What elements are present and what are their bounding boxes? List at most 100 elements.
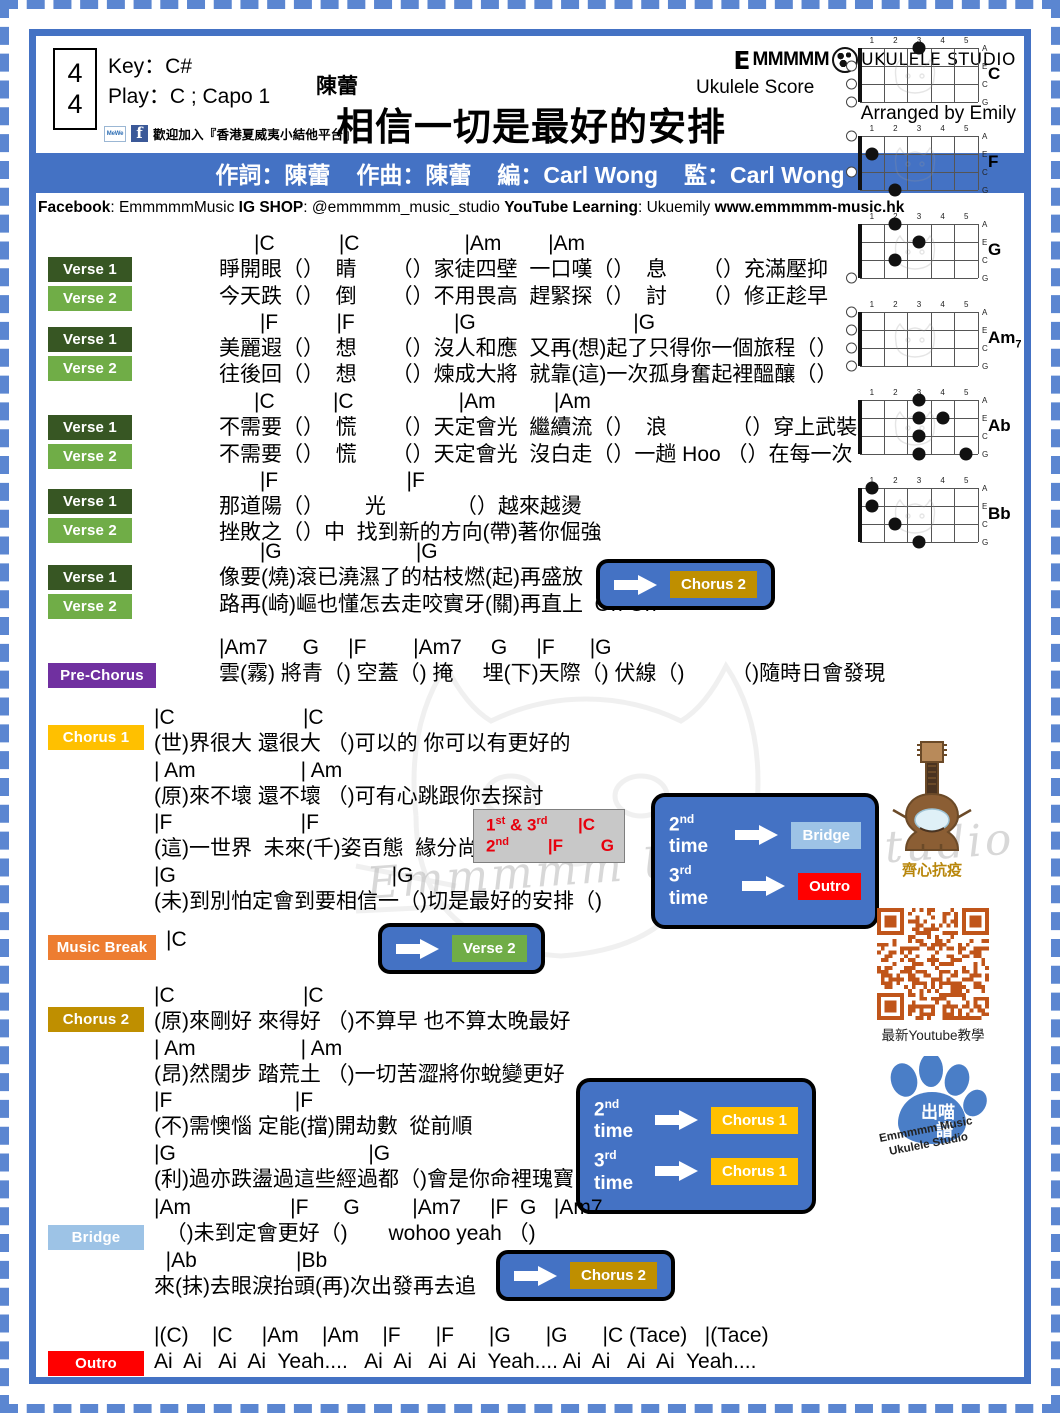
fret-number: 5 [963, 36, 969, 45]
score-frame: Emmmmm Ukulele Studio 4 4 Key：C# Play：C … [29, 29, 1031, 1384]
ig-label: IG SHOP [238, 199, 304, 216]
tag-verse1-b: Verse 1 [48, 415, 132, 440]
time-row-3rd[interactable]: 3rd time Outro [669, 863, 861, 909]
goto-chorus2-chip-bridge[interactable]: Chorus 2 [570, 1262, 658, 1289]
chord-line: |Am7 G |F |Am7 G |F |G [184, 636, 612, 659]
goto-chorus2-box-verse[interactable]: Chorus 2 [596, 559, 776, 610]
fret-number: 3 [916, 212, 922, 221]
goto-chorus1-chip-2nd[interactable]: Chorus 1 [710, 1106, 798, 1134]
string-label: E [982, 62, 988, 71]
facebook-value: : EmmmmmMusic [110, 199, 239, 216]
chorus1-ending-box: 1st & 3rd |C 2nd |F G [473, 809, 625, 864]
tag-bridge: Bridge [48, 1225, 144, 1250]
time-signature-top: 4 [67, 57, 83, 88]
time-row-3rd[interactable]: 3rd time Chorus 1 [594, 1148, 798, 1194]
goto-chorus2-chip[interactable]: Chorus 2 [670, 571, 758, 598]
string-label: A [982, 132, 988, 141]
pre-chorus-block: Pre-Chorus |Am7 G |F |Am7 G |F |G 雲(霧) 將… [36, 635, 1024, 697]
credit-producer: 監：Carl Wong [684, 162, 845, 188]
mewe-icon[interactable]: MeWe [104, 125, 126, 142]
goto-verse2-box[interactable]: Verse 2 [378, 923, 545, 974]
ending-row-2: 2nd |F G [486, 836, 614, 857]
chord-name-label: C [988, 64, 1001, 83]
fret-number: 2 [893, 124, 898, 133]
open-string-marker [846, 78, 857, 90]
lyric-line: Ai Ai Ai Ai Yeah.... Ai Ai Ai Ai Yeah...… [154, 1350, 757, 1374]
fretboard-grid [860, 136, 979, 191]
verse-c-lines: |G |G 像要(燒)滾已澆濕了的枯枝燃(起)再盛放 路再(崎)嶇也懂怎去走咬實… [36, 539, 1024, 618]
page-title: 相信一切是最好的安排 [336, 107, 727, 149]
tag-verse1-b2: Verse 1 [48, 489, 132, 514]
outro-block: Outro |(C) |C |Am |Am |F |F |G |G |C (Ta… [36, 1323, 1024, 1377]
bridge-block: Bridge |Am |F G |Am7 |F G |Am7 （)未到定會更好（… [36, 1195, 1024, 1319]
goto-bridge-chip[interactable]: Bridge [791, 821, 861, 849]
credit-arranger: 編：Carl Wong [497, 162, 658, 188]
nut [858, 48, 862, 102]
qr-block[interactable]: 最新Youtube教學 [860, 908, 1006, 1044]
tag-music-break: Music Break [48, 935, 156, 960]
fret-number: 1 [869, 124, 875, 133]
lyric-line: 往後回（） 想 （）煉成大將 就靠(這)一次孤身奮起裡醞釀（） [184, 363, 838, 387]
finger-dot [888, 183, 902, 197]
credit-lyricist: 作詞：陳蕾 [215, 162, 331, 188]
tag-verse2-b: Verse 2 [48, 444, 132, 469]
time-2nd-label: 2nd time [594, 1097, 634, 1143]
outro-lines: |(C) |C |Am |Am |F |F |G |G |C (Tace) |(… [36, 1323, 1024, 1376]
verse-a-lines: |C |C |Am |Am 睜開眼（） 睛 （）家徒四壁 一口嘆（） 息 （）充… [36, 231, 1024, 389]
fretboard-grid [860, 48, 979, 103]
arrow-right-icon [654, 1161, 699, 1182]
lyric-line: 睜開眼（） 睛 （）家徒四壁 一口嘆（） 息 （）充滿壓抑 [184, 258, 829, 282]
key-info: Key：C# Play：C ; Capo 1 [108, 52, 270, 113]
chord-line: |(C) |C |Am |Am |F |F |G |G |C (Tace) |(… [154, 1324, 769, 1347]
open-string-marker [846, 96, 857, 108]
chord-line: |F |F [184, 468, 425, 492]
follow-line: MeWe f 歡迎加入『香港夏威夷小結他平台』 [104, 124, 356, 143]
string-label: A [982, 220, 988, 229]
facebook-icon[interactable]: f [131, 125, 148, 142]
open-string-marker [846, 130, 857, 142]
ending-2nd-chord: |F G [547, 835, 614, 855]
goto-chorus2-box-bridge[interactable]: Chorus 2 [496, 1250, 676, 1301]
chorus1-time-box[interactable]: 2nd time Bridge 3rd time Outro [651, 793, 879, 929]
verse-block-c: Verse 1 Verse 2 |G |G 像要(燒)滾已澆濕了的枯枝燃(起)再… [36, 539, 1024, 625]
qr-caption: 最新Youtube教學 [881, 1028, 985, 1043]
tag-pre-chorus: Pre-Chorus [48, 663, 156, 688]
time-2nd-label: 2nd time [669, 812, 709, 858]
arrow-right-icon [735, 825, 779, 846]
tag-chorus2: Chorus 2 [48, 1007, 144, 1032]
tag-chorus1: Chorus 1 [48, 725, 144, 750]
string-label: A [982, 44, 988, 53]
verse-b-lines: |C |C |Am |Am 不需要（） 慌 （）天定會光 繼續流（） 浪 （）穿… [36, 389, 1024, 547]
paw-logo-icon: 出喵 譜 Emmmmm Music Ukulele Studio [878, 1053, 987, 1158]
tag-verse2-a: Verse 2 [48, 286, 132, 311]
uke-mask-graphic: 齊心抗疫 [862, 736, 1002, 880]
chord-line: |C |C |Am |Am [184, 232, 586, 255]
brand-e-letter: E [733, 45, 751, 75]
string-label: G [982, 186, 989, 195]
lyric-line: 不需要（） 慌 （）天定會光 繼續流（） 浪 （）穿上武裝 [184, 416, 858, 440]
time-row-2nd[interactable]: 2nd time Chorus 1 [594, 1097, 798, 1143]
string-label: G [982, 98, 989, 107]
key-line: Key：C# [108, 55, 193, 78]
finger-dot [912, 41, 926, 55]
ig-value: : @emmmmm_music_studio [303, 199, 505, 216]
time-signature: 4 4 [53, 48, 97, 130]
tag-verse1-a: Verse 1 [48, 257, 132, 282]
lyric-line: 那道陽（） 光 （）越來越燙 [184, 495, 582, 518]
youtube-label: YouTube Learning [504, 199, 638, 216]
chorus2-time-box[interactable]: 2nd time Chorus 1 3rd time Chorus 1 [576, 1078, 816, 1214]
fret-number: 2 [893, 36, 898, 45]
youtube-qr-code-icon[interactable] [877, 908, 989, 1020]
fret-number: 5 [963, 212, 969, 221]
goto-chorus1-chip-3rd[interactable]: Chorus 1 [710, 1157, 798, 1185]
lyric-line: 不需要（） 慌 （）天定會光 沒白走（）一趟 Hoo （）在每一次 [184, 442, 853, 466]
ending-row-1: 1st & 3rd |C [486, 815, 614, 836]
fret-number: 4 [940, 124, 945, 133]
string-label: E [982, 150, 988, 159]
tag-verse2-c: Verse 2 [48, 594, 132, 619]
goto-verse2-chip[interactable]: Verse 2 [452, 935, 527, 962]
goto-outro-chip[interactable]: Outro [798, 872, 861, 900]
verse-block-a: Verse 1 Verse 2 Verse 1 Verse 2 |C |C |A… [36, 231, 1024, 386]
time-row-2nd[interactable]: 2nd time Bridge [669, 812, 861, 858]
youtube-value: : Ukuemily [637, 199, 715, 216]
